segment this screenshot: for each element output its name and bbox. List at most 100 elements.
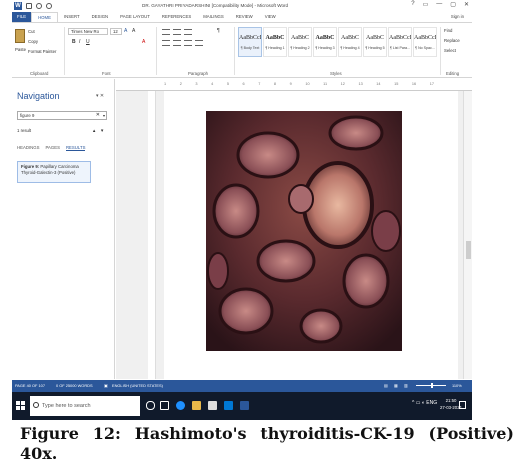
search-result-item[interactable]: Figure 9: Papillary Carcinoma Thyroid-Ga… xyxy=(17,161,91,183)
show-formatting-icon[interactable]: ¶ xyxy=(217,28,220,34)
microphone-icon[interactable] xyxy=(146,401,155,410)
ribbon-display-button[interactable]: ▭ xyxy=(423,1,429,8)
tab-insert[interactable]: INSERT xyxy=(58,12,86,22)
system-tray[interactable]: ^ ▭ ◐ ENG xyxy=(412,400,437,406)
select-button[interactable]: Select xyxy=(444,48,456,53)
bullets-icon[interactable] xyxy=(162,29,170,35)
store-icon[interactable] xyxy=(208,401,217,410)
grow-font-icon[interactable]: A xyxy=(132,28,135,34)
task-view-icon[interactable] xyxy=(160,401,169,410)
paste-icon[interactable] xyxy=(15,29,25,43)
horizontal-ruler[interactable]: 1 2 3 4 5 6 7 8 9 10 11 12 13 14 15 16 17 xyxy=(116,79,472,91)
read-mode-icon[interactable]: ▤ xyxy=(384,383,388,388)
style-sample: AaBbCcL xyxy=(389,35,411,41)
ribbon-home: Paste Cut Copy Format Painter Clipboard … xyxy=(12,22,472,78)
window-controls: ? ▭ — ▢ ✕ xyxy=(411,1,469,8)
font-color-icon[interactable]: A xyxy=(124,28,127,34)
next-result-icon[interactable]: ▼ xyxy=(100,128,104,133)
numbering-icon[interactable] xyxy=(173,29,181,35)
close-button[interactable]: ✕ xyxy=(464,1,469,8)
language-indicator[interactable]: ENGLISH (UNITED STATES) xyxy=(112,383,163,388)
taskbar-search-box[interactable]: Type here to search xyxy=(30,396,140,416)
redo-icon[interactable] xyxy=(46,3,52,9)
help-button[interactable]: ? xyxy=(411,1,414,8)
italic-button[interactable]: I xyxy=(79,39,80,45)
tab-file[interactable]: FILE xyxy=(12,12,32,22)
document-page[interactable] xyxy=(164,91,458,379)
ruler-tick: 4 xyxy=(211,82,214,86)
bold-button[interactable]: B xyxy=(72,39,76,45)
sign-in-link[interactable]: Sign in xyxy=(451,14,464,19)
replace-button[interactable]: Replace xyxy=(444,38,460,43)
justify-icon[interactable] xyxy=(195,40,203,46)
maximize-button[interactable]: ▢ xyxy=(450,1,456,8)
font-name-box[interactable]: Times New Ro xyxy=(68,28,108,35)
windows-start-icon[interactable] xyxy=(16,401,25,410)
mail-icon[interactable] xyxy=(224,401,233,410)
tab-references[interactable]: REFERENCES xyxy=(156,12,197,22)
style-heading-4[interactable]: AaBbC ¶ Heading 4 xyxy=(338,27,362,57)
style-heading-3[interactable]: AaBbC ¶ Heading 3 xyxy=(313,27,337,57)
find-button[interactable]: Find xyxy=(444,28,452,33)
ruler-ticks: 1 2 3 4 5 6 7 8 9 10 11 12 13 14 15 16 17 xyxy=(164,82,434,88)
text-color-icon[interactable]: A xyxy=(142,39,145,45)
style-sample: AaBbC xyxy=(265,35,285,41)
clear-search-icon[interactable]: ✕ xyxy=(96,112,100,119)
cut-button[interactable]: Cut xyxy=(28,29,35,34)
tray-language[interactable]: ENG xyxy=(426,400,437,406)
undo-icon[interactable] xyxy=(36,3,42,9)
search-options-icon[interactable]: ▾ xyxy=(103,112,105,119)
file-explorer-icon[interactable] xyxy=(192,401,201,410)
tab-headings[interactable]: HEADINGS xyxy=(17,145,39,151)
style-list-paragraph[interactable]: AaBbCcL ¶ List Para... xyxy=(388,27,412,57)
format-painter-button[interactable]: Format Painter xyxy=(28,49,56,54)
print-layout-icon[interactable]: ▦ xyxy=(394,383,398,388)
minimize-button[interactable]: — xyxy=(436,1,442,8)
tab-pages[interactable]: PAGES xyxy=(45,145,60,151)
tab-design[interactable]: DESIGN xyxy=(86,12,114,22)
tab-home[interactable]: HOME xyxy=(31,12,58,22)
navigation-search-input[interactable]: figure 9 ✕ ▾ xyxy=(17,111,107,120)
tab-page-layout[interactable]: PAGE LAYOUT xyxy=(114,12,156,22)
zoom-level[interactable]: 110% xyxy=(452,383,462,388)
navigation-pane-controls[interactable]: ▾ ✕ xyxy=(96,93,104,99)
paragraph-group-label: Paragraph xyxy=(188,71,209,76)
previous-result-icon[interactable]: ▲ xyxy=(92,128,96,133)
paste-button[interactable]: Paste xyxy=(15,47,26,52)
proofing-icon[interactable]: ▣ xyxy=(104,383,108,388)
style-no-spacing[interactable]: AaBbCcL ¶ No Spac... xyxy=(413,27,437,57)
center-icon[interactable] xyxy=(173,40,181,46)
navigation-pane: Navigation ▾ ✕ figure 9 ✕ ▾ 1 result ▲ ▼… xyxy=(12,79,115,379)
style-heading-2[interactable]: AaBbC ¶ Heading 2 xyxy=(288,27,312,57)
align-right-icon[interactable] xyxy=(184,40,192,46)
edge-browser-icon[interactable] xyxy=(176,401,185,410)
word-taskbar-icon[interactable] xyxy=(240,401,249,410)
ruler-tick: 9 xyxy=(289,82,292,86)
tab-mailings[interactable]: MAILINGS xyxy=(197,12,230,22)
word-count[interactable]: 0 OF 25000 WORDS xyxy=(56,383,93,388)
style-heading-5[interactable]: AaBbC ¶ Heading 5 xyxy=(363,27,387,57)
ruler-tick: 6 xyxy=(242,82,245,86)
style-heading-1[interactable]: AaBbC ¶ Heading 1 xyxy=(263,27,287,57)
figure-caption: Figure 12: Hashimoto's thyroiditis-CK-19… xyxy=(20,424,514,463)
font-size-box[interactable]: 12 xyxy=(110,28,122,35)
multilevel-list-icon[interactable] xyxy=(184,29,192,35)
navigation-tabs: HEADINGS PAGES RESULTS xyxy=(17,145,86,151)
vertical-scrollbar[interactable] xyxy=(463,91,472,379)
underline-button[interactable]: U xyxy=(86,39,90,45)
page-indicator[interactable]: PAGE 40 OF 107 xyxy=(15,383,45,388)
save-icon[interactable] xyxy=(26,3,32,9)
tab-results[interactable]: RESULTS xyxy=(65,145,86,151)
vertical-ruler[interactable] xyxy=(148,91,156,379)
result-count: 1 result xyxy=(17,128,32,133)
notifications-icon[interactable] xyxy=(459,401,466,409)
web-layout-icon[interactable]: ▥ xyxy=(404,383,408,388)
style-body-text[interactable]: AaBbCcL ¶ Body Text xyxy=(238,27,262,57)
zoom-slider-knob[interactable] xyxy=(431,383,433,388)
align-left-icon[interactable] xyxy=(162,40,170,46)
tab-view[interactable]: VIEW xyxy=(259,12,282,22)
scrollbar-thumb[interactable] xyxy=(466,241,471,259)
styles-group-label: Styles xyxy=(330,71,342,76)
copy-button[interactable]: Copy xyxy=(28,39,38,44)
tab-review[interactable]: REVIEW xyxy=(230,12,259,22)
